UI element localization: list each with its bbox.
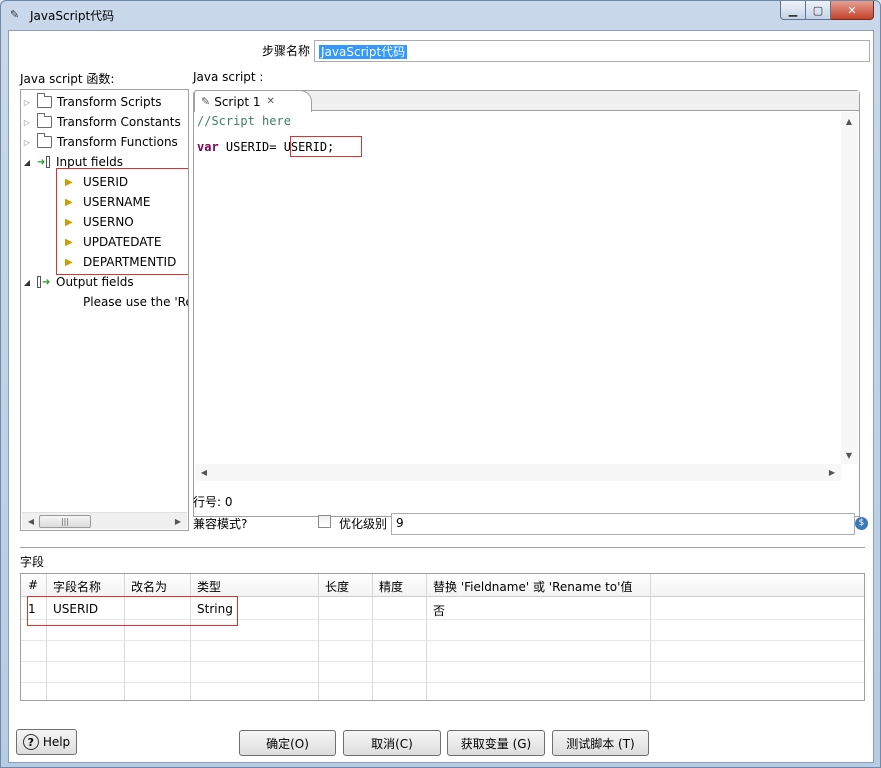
- output-hint: Please use the 'Re: [83, 292, 189, 312]
- compat-mode-checkbox[interactable]: [318, 515, 331, 528]
- compat-mode-label: 兼容模式?: [193, 517, 248, 531]
- ok-button[interactable]: 确定(O): [239, 730, 336, 756]
- get-variables-button[interactable]: 获取变量 (G): [447, 730, 545, 756]
- folder-icon: [37, 133, 52, 148]
- tree-item-transform-functions[interactable]: ▷ Transform Functions: [21, 132, 178, 152]
- collapse-arrow-icon[interactable]: ◢: [21, 158, 33, 167]
- editor-horizontal-scrollbar[interactable]: ◀ ▶: [195, 464, 841, 481]
- row-divider: [21, 682, 864, 683]
- step-name-label: 步骤名称: [262, 44, 311, 58]
- scroll-down-icon[interactable]: ▼: [842, 449, 856, 462]
- row-highlight: [27, 596, 238, 626]
- minimize-icon: ▁: [788, 3, 798, 17]
- row-divider: [21, 661, 864, 662]
- input-fields-highlight: [56, 168, 188, 275]
- scroll-left-icon[interactable]: ◀: [197, 466, 211, 479]
- window-controls: ▁ ▢ ✕: [780, 1, 874, 20]
- tree-item-transform-scripts[interactable]: ▷ Transform Scripts: [21, 92, 162, 112]
- editor-vertical-scrollbar[interactable]: ▲ ▼: [841, 112, 858, 464]
- column-header-name[interactable]: 字段名称: [53, 578, 101, 595]
- variable-icon[interactable]: $: [855, 517, 868, 530]
- script-editor: ✎ Script 1 ✕ //Script here var USERID= U…: [193, 90, 860, 517]
- fields-section-label: 字段: [20, 555, 45, 569]
- dialog-body: 步骤名称 JavaScript代码 Java script 函数: Java s…: [8, 30, 874, 763]
- collapse-arrow-icon[interactable]: ◢: [21, 278, 33, 287]
- help-button[interactable]: ? Help: [16, 729, 77, 755]
- step-name-value: JavaScript代码: [319, 45, 408, 59]
- optimization-level-label: 优化级别: [339, 517, 388, 531]
- tree-item-transform-constants[interactable]: ▷ Transform Constants: [21, 112, 181, 132]
- window-title: JavaScript代码: [30, 9, 115, 23]
- minimize-button[interactable]: ▁: [780, 1, 806, 20]
- functions-tree[interactable]: ▷ Transform Scripts ▷ Transform Constant…: [20, 89, 189, 531]
- title-bar: ✎ JavaScript代码 ▁ ▢ ✕: [1, 1, 880, 29]
- maximize-icon: ▢: [812, 3, 824, 17]
- dialog-window: ✎ JavaScript代码 ▁ ▢ ✕ 步骤名称 JavaScript代码 J…: [0, 0, 881, 768]
- column-header-rename[interactable]: 改名为: [131, 578, 167, 595]
- column-header-replace[interactable]: 替换 'Fieldname' 或 'Rename to'值: [433, 578, 632, 595]
- folder-icon: [37, 113, 52, 128]
- folder-icon: [37, 93, 52, 108]
- column-header-type[interactable]: 类型: [197, 578, 221, 595]
- help-button-label: Help: [42, 735, 71, 749]
- script-icon: ✎: [201, 95, 211, 108]
- tab-label: Script 1: [214, 94, 261, 109]
- expand-arrow-icon[interactable]: ▷: [21, 98, 33, 107]
- test-script-button[interactable]: 测试脚本 (T): [552, 730, 649, 756]
- expand-arrow-icon[interactable]: ▷: [21, 138, 33, 147]
- scroll-thumb[interactable]: |||: [39, 515, 91, 528]
- close-icon: ✕: [847, 3, 857, 17]
- close-button[interactable]: ✕: [831, 1, 874, 20]
- close-tab-icon[interactable]: ✕: [266, 96, 274, 107]
- column-header-length[interactable]: 长度: [325, 578, 349, 595]
- row-divider: [21, 640, 864, 641]
- step-name-input[interactable]: JavaScript代码: [314, 40, 870, 62]
- tree-item-label: Input fields: [56, 155, 124, 169]
- maximize-button[interactable]: ▢: [806, 1, 831, 20]
- functions-label: Java script 函数:: [20, 72, 115, 86]
- code-assign: USERID=: [218, 140, 277, 154]
- tree-horizontal-scrollbar[interactable]: ◀ ||| ▶: [22, 512, 187, 529]
- tab-script-1[interactable]: ✎ Script 1 ✕: [194, 90, 312, 112]
- code-keyword: var: [197, 140, 219, 154]
- scroll-right-icon[interactable]: ▶: [825, 466, 839, 479]
- output-hint-label: Please use the 'Re: [83, 295, 189, 309]
- scroll-left-icon[interactable]: ◀: [24, 515, 38, 528]
- column-header-num[interactable]: #: [28, 578, 38, 592]
- line-number-label: 行号: 0: [193, 495, 233, 509]
- code-comment: //Script here: [197, 114, 291, 128]
- help-icon: ?: [22, 734, 39, 750]
- code-value-highlight: [290, 136, 362, 157]
- tree-item-label: Transform Constants: [57, 115, 181, 129]
- tree-item-label: Output fields: [56, 275, 134, 289]
- tree-item-label: Transform Functions: [57, 135, 178, 149]
- app-icon: ✎: [10, 8, 20, 21]
- tree-item-label: Transform Scripts: [57, 95, 162, 109]
- column-header-precision[interactable]: 精度: [379, 578, 403, 595]
- script-tab-strip: ✎ Script 1 ✕: [194, 90, 859, 112]
- input-fields-icon: ➜: [37, 156, 53, 168]
- scroll-right-icon[interactable]: ▶: [171, 515, 185, 528]
- output-fields-icon: ➜: [37, 276, 53, 288]
- optimization-level-input[interactable]: 9: [391, 513, 855, 535]
- expand-arrow-icon[interactable]: ▷: [21, 118, 33, 127]
- section-divider: [20, 547, 865, 549]
- scroll-up-icon[interactable]: ▲: [842, 115, 856, 128]
- script-label: Java script :: [193, 70, 264, 84]
- cancel-button[interactable]: 取消(C): [343, 730, 441, 756]
- cell-replace[interactable]: 否: [433, 602, 445, 619]
- tree-item-output-fields[interactable]: ◢ ➜ Output fields: [21, 272, 134, 292]
- fields-table[interactable]: # 字段名称 改名为 类型 长度 精度 替换 'Fieldname' 或 'Re…: [20, 573, 865, 701]
